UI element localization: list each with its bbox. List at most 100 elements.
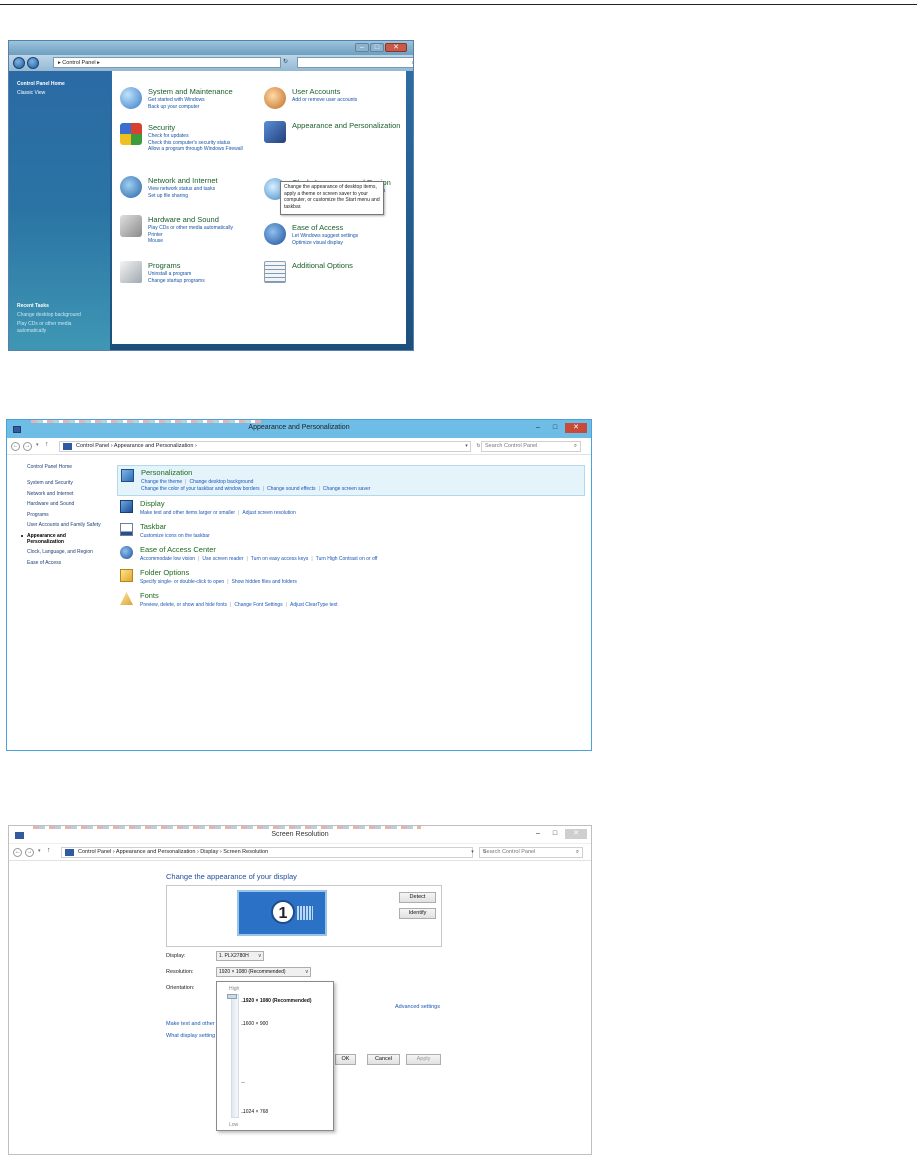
back-icon[interactable]: ← — [13, 848, 22, 857]
row-link[interactable]: Turn on easy access keys — [251, 556, 309, 562]
up-icon[interactable]: ↑ — [45, 441, 49, 448]
search-input[interactable]: ⌕ — [297, 57, 413, 68]
sidebar-item-hardware[interactable]: Hardware and Sound — [27, 501, 117, 507]
close-icon[interactable]: ✕ — [565, 423, 587, 433]
category-title[interactable]: User Accounts — [292, 87, 404, 96]
chevron-down-icon[interactable]: ▾ — [36, 442, 39, 448]
row-link[interactable]: Change the color of your taskbar and win… — [141, 486, 260, 492]
ok-button[interactable]: OK — [335, 1054, 356, 1065]
chevron-down-icon[interactable]: ▾ — [38, 848, 41, 854]
resolution-option[interactable]: 1600 × 900 — [243, 1021, 268, 1027]
row-personalization[interactable]: Personalization Change the theme | Change … — [117, 465, 585, 496]
row-link[interactable]: Use screen reader — [202, 556, 243, 562]
identify-button[interactable]: Identify — [399, 908, 436, 919]
back-icon[interactable]: ← — [11, 442, 20, 451]
breadcrumb[interactable]: Control Panel › Appearance and Personali… — [59, 441, 471, 452]
maximize-icon[interactable]: □ — [548, 423, 562, 433]
monitor-1[interactable]: 1 — [237, 890, 327, 936]
detect-button[interactable]: Detect — [399, 892, 436, 903]
sidebar-item-home[interactable]: Control Panel Home — [27, 464, 117, 470]
row-link[interactable]: Change screen saver — [323, 486, 371, 492]
category-title[interactable]: Ease of Access — [292, 223, 404, 232]
up-icon[interactable]: ↑ — [47, 847, 51, 854]
row-title[interactable]: Display — [140, 499, 165, 508]
category-link[interactable]: Optimize visual display — [292, 240, 404, 247]
forward-icon[interactable]: → — [25, 848, 34, 857]
refresh-icon[interactable]: ↻ — [283, 58, 288, 65]
maximize-icon[interactable]: □ — [370, 43, 384, 52]
sidebar-item-classic[interactable]: Classic View — [9, 89, 110, 98]
search-input[interactable]: Search Control Panel ⌕ — [481, 441, 581, 452]
sidebar-item-network[interactable]: Network and Internet — [27, 491, 117, 497]
row-fonts[interactable]: Fonts Preview, delete, or show and hide … — [117, 589, 585, 612]
row-link[interactable]: Change sound effects — [267, 486, 316, 492]
minimize-icon[interactable]: – — [531, 829, 545, 839]
category-link[interactable]: Mouse — [148, 238, 260, 245]
maximize-icon[interactable]: □ — [548, 829, 562, 839]
row-display[interactable]: Display Make text and other items larger… — [117, 497, 585, 520]
row-link[interactable]: Specify single- or double-click to open — [140, 579, 224, 585]
category-title[interactable]: Security — [148, 123, 260, 132]
sidebar-item-ease[interactable]: Ease of Access — [27, 560, 117, 566]
breadcrumb[interactable]: Control Panel › Appearance and Personali… — [61, 847, 473, 858]
cancel-button[interactable]: Cancel — [367, 1054, 400, 1065]
category-link[interactable]: Add or remove user accounts — [292, 97, 404, 104]
category-link[interactable]: Back up your computer — [148, 104, 260, 111]
sidebar-item-clock[interactable]: Clock, Language, and Region — [27, 549, 117, 555]
apply-button[interactable]: Apply — [406, 1054, 441, 1065]
row-link[interactable]: Customize icons on the taskbar — [140, 533, 210, 539]
category-title[interactable]: Appearance and Personalization — [292, 121, 404, 130]
recent-task-item[interactable]: Change desktop background — [9, 311, 110, 320]
forward-icon[interactable] — [27, 57, 39, 69]
close-icon[interactable]: ✕ — [385, 43, 407, 52]
row-link[interactable]: Adjust screen resolution — [242, 510, 295, 516]
row-link[interactable]: Show hidden files and folders — [232, 579, 297, 585]
resolution-select[interactable]: 1920 × 1080 (Recommended) v — [216, 967, 311, 977]
resolution-option[interactable]: 1920 × 1080 (Recommended) — [243, 998, 312, 1004]
category-link[interactable]: Change startup programs — [148, 278, 260, 285]
row-title[interactable]: Folder Options — [140, 568, 189, 577]
advanced-settings-link[interactable]: Advanced settings — [395, 1004, 440, 1010]
row-link[interactable]: Make text and other items larger or smal… — [140, 510, 235, 516]
category-link[interactable]: Allow a program through Windows Firewall — [148, 146, 260, 153]
display-select[interactable]: 1. PLX2780H v — [216, 951, 264, 961]
sidebar-item-programs[interactable]: Programs — [27, 512, 117, 518]
row-link[interactable]: Accommodate low vision — [140, 556, 195, 562]
recent-task-item[interactable]: Play CDs or other media automatically — [9, 320, 110, 336]
category-title[interactable]: Programs — [148, 261, 260, 270]
row-link[interactable]: Change the theme — [141, 479, 182, 485]
sidebar-item-user-accounts[interactable]: User Accounts and Family Safety — [27, 522, 102, 528]
chevron-down-icon[interactable]: ▾ — [467, 847, 478, 858]
address-input[interactable]: ▸ Control Panel ▸ — [53, 57, 281, 68]
row-title[interactable]: Ease of Access Center — [140, 545, 216, 554]
row-link[interactable]: Preview, delete, or show and hide fonts — [140, 602, 227, 608]
row-title[interactable]: Fonts — [140, 591, 159, 600]
sidebar-item-home[interactable]: Control Panel Home — [9, 80, 110, 89]
sidebar-item-appearance[interactable]: Appearance and Personalization — [21, 533, 87, 545]
row-link[interactable]: Change Font Settings — [234, 602, 282, 608]
close-icon[interactable]: ✕ — [565, 829, 587, 839]
back-icon[interactable] — [13, 57, 25, 69]
row-title[interactable]: Taskbar — [140, 522, 166, 531]
resolution-slider-thumb[interactable] — [227, 994, 237, 999]
category-title[interactable]: Network and Internet — [148, 176, 260, 185]
resolution-option[interactable]: 1024 × 768 — [243, 1109, 268, 1115]
text-size-link[interactable]: Make text and other — [166, 1021, 215, 1027]
category-link[interactable]: Set up file sharing — [148, 193, 260, 200]
row-ease-of-access[interactable]: Ease of Access Center Accommodate low vi… — [117, 543, 585, 566]
resolution-slider-track[interactable] — [231, 994, 239, 1118]
chevron-down-icon[interactable]: ▾ — [461, 441, 472, 452]
minimize-icon[interactable]: – — [531, 423, 545, 433]
minimize-icon[interactable]: – — [355, 43, 369, 52]
category-title[interactable]: System and Maintenance — [148, 87, 260, 96]
search-input[interactable]: Search Control Panel ⌕ — [479, 847, 583, 858]
forward-icon[interactable]: → — [23, 442, 32, 451]
category-title[interactable]: Hardware and Sound — [148, 215, 260, 224]
row-taskbar[interactable]: Taskbar Customize icons on the taskbar — [117, 520, 585, 543]
display-settings-link[interactable]: What display setting — [166, 1033, 215, 1039]
row-link[interactable]: Change desktop background — [189, 479, 253, 485]
row-folder-options[interactable]: Folder Options Specify single- or double… — [117, 566, 585, 589]
category-title[interactable]: Additional Options — [292, 261, 404, 270]
sidebar-item-system[interactable]: System and Security — [27, 480, 117, 486]
row-title[interactable]: Personalization — [141, 468, 192, 477]
